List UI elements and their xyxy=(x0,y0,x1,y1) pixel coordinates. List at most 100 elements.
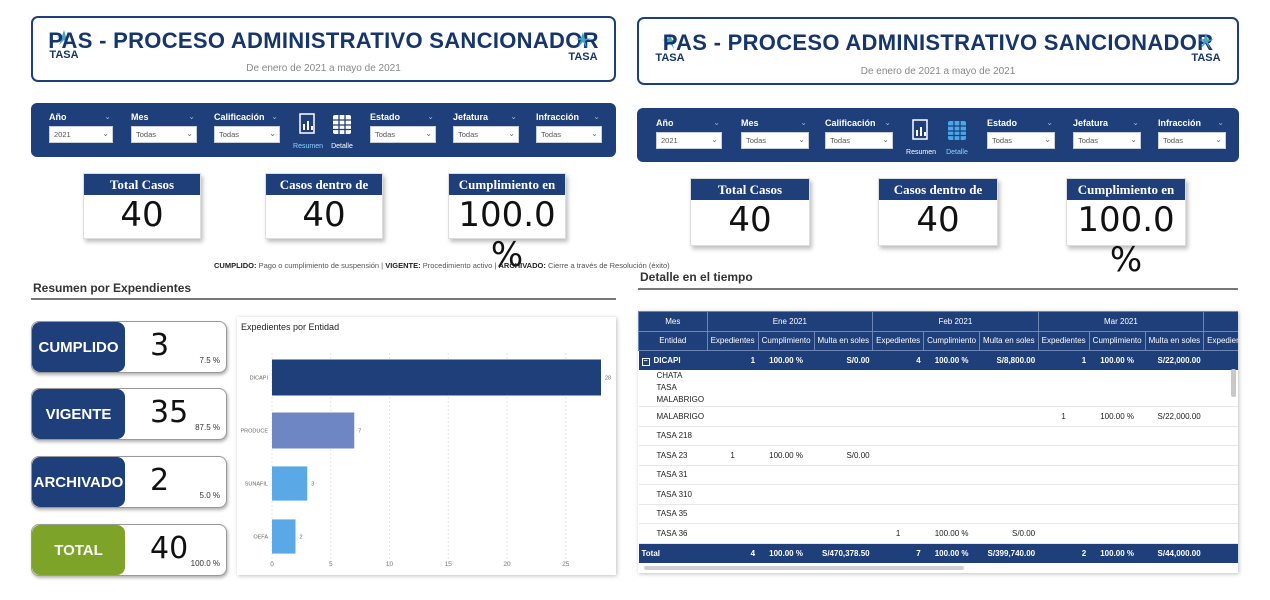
total-row: Total 4 100.00 % S/470,378.50 7 100.00 % S/3… xyxy=(638,543,1238,563)
resumen-button[interactable]: Resumen xyxy=(905,118,937,156)
chevron-down-icon: ⌄ xyxy=(510,112,517,121)
x-tick-label: 0 xyxy=(270,561,274,568)
kpi-total-casos: Total Casos 40 xyxy=(690,178,810,246)
detalle-button[interactable]: Detalle xyxy=(942,120,972,156)
filter-estado-select[interactable]: Todas ⌄ xyxy=(987,132,1055,149)
status-card-archivado[interactable]: ARCHIVADO 2 5.0 % xyxy=(31,456,227,508)
filter-estado-select[interactable]: Todas ⌄ xyxy=(370,126,436,143)
filter-estado[interactable]: Estado ⌄ Todas ⌄ xyxy=(370,112,436,143)
chevron-down-icon: ⌄ xyxy=(188,112,195,121)
x-tick-label: 25 xyxy=(562,561,570,568)
filter-month-select[interactable]: Todas ⌄ xyxy=(741,132,809,149)
value-label: 7 xyxy=(358,429,361,435)
filter-year-select[interactable]: 2021 ⌄ xyxy=(656,132,722,149)
status-card-cumplido[interactable]: CUMPLIDO 3 7.5 % xyxy=(31,321,227,373)
detalle-button[interactable]: Detalle xyxy=(328,114,356,150)
expedientes-bar-chart: 0 5 10 15 20 25 DICAPI 28 PRODUCE 7 SUNAFIL 3 OEFA 2 xyxy=(240,353,611,569)
group-row-dicapi[interactable]: − DICAPI 1 100.00 % S/0.00 4 100.00 % S/8,800… xyxy=(638,350,1238,370)
section-divider xyxy=(638,288,1238,290)
table-row[interactable]: TASA 23 1 100.00 % S/0.00 xyxy=(638,445,1238,466)
vertical-scrollbar[interactable] xyxy=(1231,369,1236,397)
status-card-vigente[interactable]: VIGENTE 35 87.5 % xyxy=(31,388,227,440)
report-subtitle: De enero de 2021 a mayo de 2021 xyxy=(246,63,401,74)
filter-jefatura-select[interactable]: Todas ⌄ xyxy=(1073,132,1141,149)
filter-jefatura-select[interactable]: Todas ⌄ xyxy=(453,126,519,143)
filter-calificacion-select[interactable]: Todas ⌄ xyxy=(214,126,280,143)
filter-year[interactable]: Año ⌄ 2021 ⌄ xyxy=(656,118,722,149)
filter-bar-left: Año ⌄ 2021 ⌄ Mes ⌄ Todas ⌄ Calificación ⌄ Tod… xyxy=(31,103,616,157)
collapse-icon[interactable]: − xyxy=(641,357,650,366)
kpi-cumplimiento-plazo: Cumplimiento en plazo 100.0 % xyxy=(1066,178,1186,280)
section-title-resumen: Resumen por Expendientes xyxy=(33,281,192,295)
table-row[interactable]: TASA 310 xyxy=(638,484,1238,505)
filter-infraccion-select[interactable]: Todas ⌄ xyxy=(1158,132,1226,149)
kpi-casos-dentro-plazo: Casos dentro de plazo 40 xyxy=(265,173,383,239)
filter-calificacion-select[interactable]: Todas ⌄ xyxy=(825,132,893,149)
table-row[interactable]: MALABRIGO 1 100.00 % S/22,000.00 xyxy=(638,406,1238,427)
filter-calificacion[interactable]: Calificación ⌄ Todas ⌄ xyxy=(825,118,893,149)
chevron-down-icon: ⌄ xyxy=(271,112,278,121)
chevron-down-icon: ⌄ xyxy=(1046,118,1053,127)
filter-infraccion-select[interactable]: Todas ⌄ xyxy=(536,126,602,143)
bar-produce[interactable] xyxy=(272,412,355,449)
chevron-down-icon: ⌄ xyxy=(800,118,807,127)
chevron-down-icon: ⌄ xyxy=(713,118,720,127)
chevron-down-icon: ⌄ xyxy=(425,129,432,138)
filter-month[interactable]: Mes ⌄ Todas ⌄ xyxy=(131,112,197,143)
filter-jefatura[interactable]: Jefatura ⌄ Todas ⌄ xyxy=(1073,118,1141,149)
x-tick-label: 10 xyxy=(386,561,394,568)
chevron-down-icon: ⌄ xyxy=(1132,118,1139,127)
table-row[interactable]: TASA 35 xyxy=(638,504,1238,524)
filter-infraccion[interactable]: Infracción ⌄ Todas ⌄ xyxy=(1158,118,1226,149)
report-header-right: TASA PAS - PROCESO ADMINISTRATIVO SANCIO… xyxy=(637,17,1239,85)
horizontal-scrollbar[interactable] xyxy=(644,566,964,570)
category-label: SUNAFIL xyxy=(245,482,268,488)
tasa-fish-icon xyxy=(1198,33,1214,49)
report-subtitle: De enero de 2021 a mayo de 2021 xyxy=(860,66,1016,77)
filter-year-select[interactable]: 2021 ⌄ xyxy=(49,126,113,143)
tasa-logo-right: TASA xyxy=(1189,31,1223,64)
x-tick-label: 15 xyxy=(445,561,453,568)
tasa-fish-icon xyxy=(575,32,591,48)
filter-month-select[interactable]: Todas ⌄ xyxy=(131,126,197,143)
table-row[interactable]: TASA 36 1 100.00 % S/0.00 xyxy=(638,523,1238,544)
month-header[interactable]: Ene 2021 xyxy=(706,311,874,332)
bar-oefa[interactable] xyxy=(272,519,296,554)
chevron-down-icon: ⌄ xyxy=(104,112,111,121)
filter-calificacion[interactable]: Calificación ⌄ Todas ⌄ xyxy=(214,112,280,143)
status-legend: CUMPLIDO: Pago o cumplimiento de suspens… xyxy=(214,261,670,270)
bar-dicapi[interactable] xyxy=(272,359,601,396)
detail-matrix-table: Mes Ene 2021 Feb 2021 Mar 2021 Entidad E… xyxy=(638,311,1238,563)
table-row[interactable]: TASA 218 xyxy=(638,426,1238,446)
filter-year[interactable]: Año ⌄ 2021 ⌄ xyxy=(49,112,113,143)
status-card-total[interactable]: TOTAL 40 100.0 % xyxy=(31,524,227,576)
report-icon xyxy=(912,119,928,140)
bar-sunafil[interactable] xyxy=(272,466,308,501)
filter-month[interactable]: Mes ⌄ Todas ⌄ xyxy=(741,118,809,149)
entity-chart-panel: Expedientes por Entidad 0 5 10 15 20 25 DICAPI… xyxy=(237,317,616,575)
chevron-down-icon: ⌄ xyxy=(427,112,434,121)
kpi-casos-dentro-plazo: Casos dentro de plazo 40 xyxy=(878,178,998,246)
report-title: PAS - PROCESO ADMINISTRATIVO SANCIONADOR xyxy=(662,30,1214,55)
filter-estado[interactable]: Estado ⌄ Todas ⌄ xyxy=(987,118,1055,149)
tasa-logo-right: TASA xyxy=(566,30,600,63)
filter-jefatura[interactable]: Jefatura ⌄ Todas ⌄ xyxy=(453,112,519,143)
chevron-down-icon: ⌄ xyxy=(186,129,193,138)
kpi-total-casos: Total Casos 40 xyxy=(83,173,201,239)
report-icon xyxy=(299,113,315,134)
month-header[interactable]: Feb 2021 xyxy=(872,311,1039,332)
month-header[interactable]: Mar 2021 xyxy=(1037,311,1205,332)
resumen-button[interactable]: Resumen xyxy=(293,112,323,150)
kpi-cumplimiento-plazo: Cumplimiento en plazo 100.0 % xyxy=(448,173,566,275)
chevron-down-icon: ⌄ xyxy=(1215,135,1222,144)
table-row[interactable]: TASA 31 xyxy=(638,465,1238,485)
chevron-down-icon: ⌄ xyxy=(798,135,805,144)
value-label: 2 xyxy=(300,535,303,541)
chevron-down-icon: ⌄ xyxy=(269,129,276,138)
value-label: 28 xyxy=(605,376,611,382)
section-divider xyxy=(31,298,616,300)
filter-bar-right: Año ⌄ 2021 ⌄ Mes ⌄ Todas ⌄ Calificación ⌄ Tod… xyxy=(637,108,1239,162)
filter-infraccion[interactable]: Infracción ⌄ Todas ⌄ xyxy=(536,112,602,143)
chevron-down-icon: ⌄ xyxy=(1217,118,1224,127)
table-row[interactable]: CHATA TASA MALABRIGO xyxy=(638,370,1238,407)
